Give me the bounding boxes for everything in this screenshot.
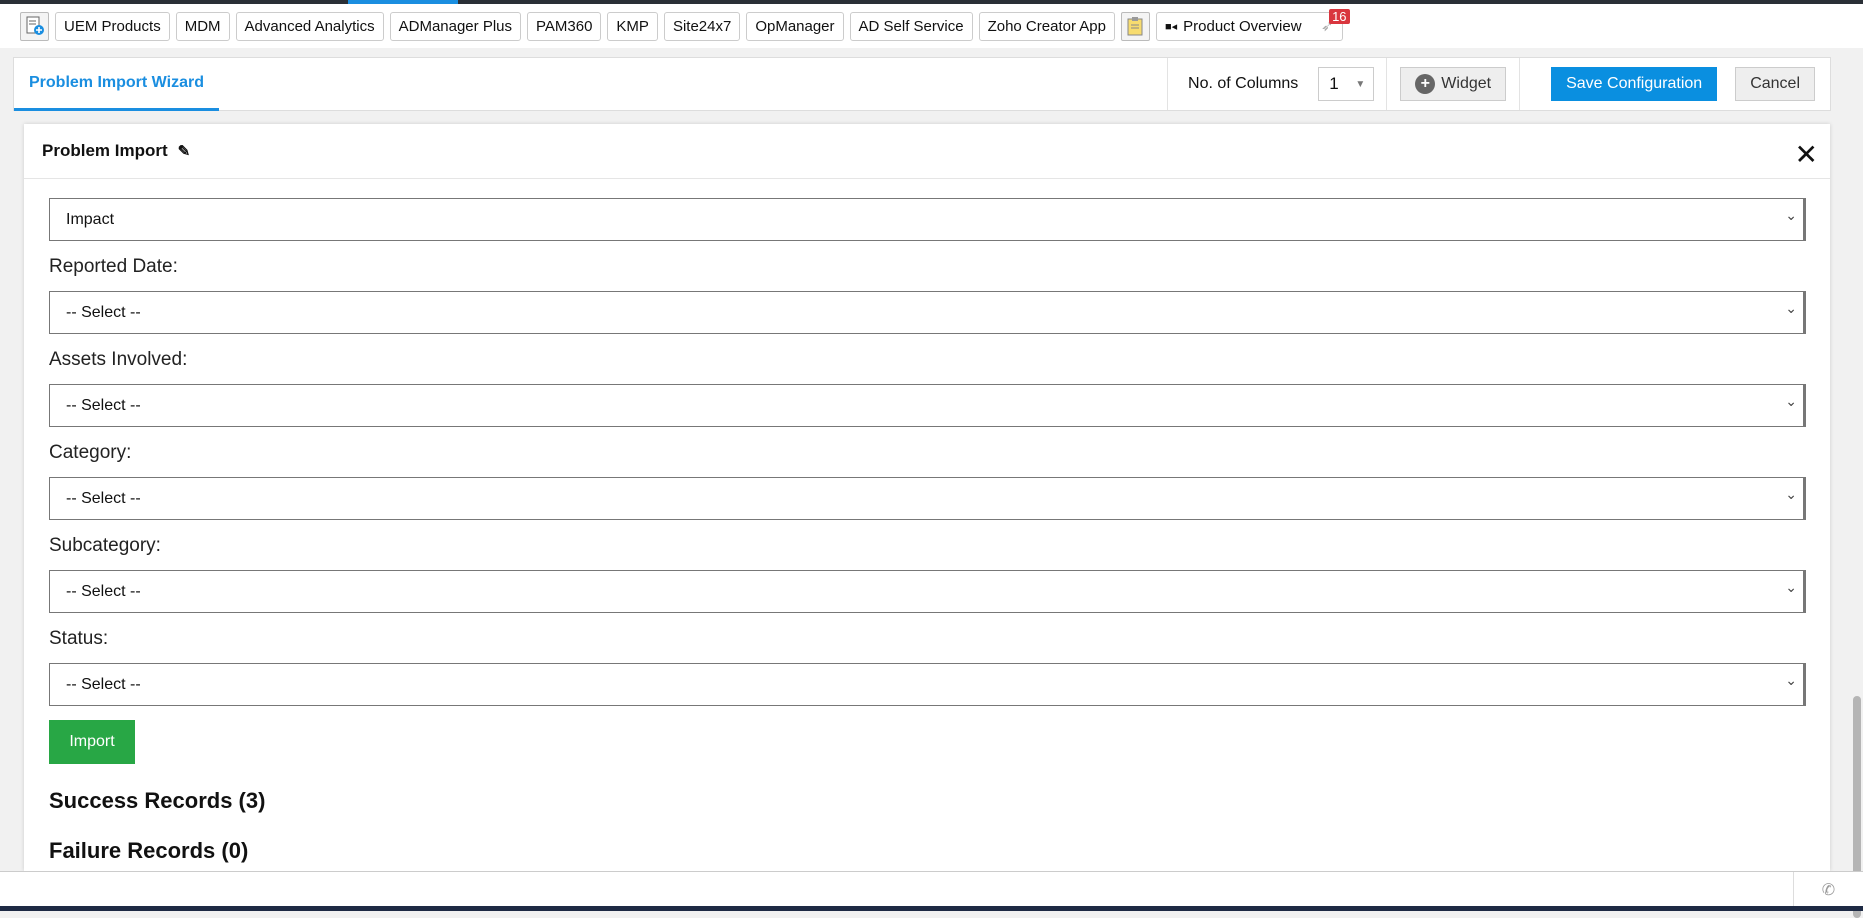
divider xyxy=(1386,58,1388,110)
reported-date-select[interactable]: -- Select -- xyxy=(49,291,1806,334)
assets-involved-label: Assets Involved: xyxy=(49,349,188,370)
import-button[interactable]: Import xyxy=(49,720,135,764)
plus-circle-icon: + xyxy=(1415,74,1436,94)
product-overview-label: Product Overview xyxy=(1183,17,1302,35)
columns-value: 1 xyxy=(1329,74,1339,93)
tab-problem-import-wizard[interactable]: Problem Import Wizard xyxy=(14,57,219,111)
toolbar-admanager-plus[interactable]: ADManager Plus xyxy=(389,11,521,41)
success-records-heading: Success Records (3) xyxy=(49,788,266,813)
assets-involved-select[interactable]: -- Select -- xyxy=(49,384,1806,427)
category-label: Category: xyxy=(49,442,132,463)
add-document-icon[interactable] xyxy=(20,11,49,41)
clipboard-icon[interactable] xyxy=(1120,11,1150,41)
divider xyxy=(1519,58,1521,110)
problem-import-dialog: Problem Import✎ ✕ Impact Reported Date: … xyxy=(24,124,1830,871)
toolbar-site24x7[interactable]: Site24x7 xyxy=(663,11,741,41)
toolbar-pam360[interactable]: PAM360 xyxy=(527,11,602,41)
toolbar-advanced-analytics[interactable]: Advanced Analytics xyxy=(235,11,384,41)
dialog-header: Problem Import ✎ xyxy=(24,124,1830,179)
product-toolbar: UEM Products MDM Advanced Analytics ADMa… xyxy=(0,4,1863,48)
close-icon[interactable]: ✕ xyxy=(1795,138,1818,171)
columns-select[interactable]: 1 ▼ xyxy=(1318,67,1375,101)
product-overview-button[interactable]: ■◂ Product Overview ➶ 16 xyxy=(1155,8,1350,41)
columns-label: No. of Columns xyxy=(1188,75,1299,92)
subcategory-label: Subcategory: xyxy=(49,535,161,556)
add-widget-button[interactable]: + Widget xyxy=(1400,67,1507,101)
widget-label: Widget xyxy=(1441,75,1492,92)
subcategory-select[interactable]: -- Select -- xyxy=(49,570,1806,613)
cancel-button[interactable]: Cancel xyxy=(1735,67,1815,101)
wizard-panel-header: Problem Import Wizard No. of Columns 1 ▼ … xyxy=(13,57,1831,111)
caret-down-icon: ▼ xyxy=(1355,78,1366,90)
toolbar-mdm[interactable]: MDM xyxy=(175,11,230,41)
failure-records-heading: Failure Records (0) xyxy=(49,838,249,863)
toolbar-opmanager[interactable]: OpManager xyxy=(746,11,844,41)
save-configuration-button[interactable]: Save Configuration xyxy=(1551,67,1718,101)
toolbar-uem-products[interactable]: UEM Products xyxy=(55,11,170,41)
toolbar-zoho-creator-app[interactable]: Zoho Creator App xyxy=(978,11,1115,41)
bottom-bar: ✆ xyxy=(0,871,1863,907)
dialog-title: Problem Import xyxy=(42,141,168,160)
toolbar-ad-self-service[interactable]: AD Self Service xyxy=(849,11,973,41)
impact-select[interactable]: Impact xyxy=(49,198,1806,241)
page-scrollbar[interactable] xyxy=(1851,48,1863,918)
taskbar-strip xyxy=(0,906,1863,911)
edit-icon[interactable]: ✎ xyxy=(178,142,191,160)
reported-date-label: Reported Date: xyxy=(49,256,178,277)
status-label: Status: xyxy=(49,628,109,649)
status-select[interactable]: -- Select -- xyxy=(49,663,1806,706)
phone-icon[interactable]: ✆ xyxy=(1793,872,1863,907)
video-icon: ■◂ xyxy=(1164,20,1178,33)
category-select[interactable]: -- Select -- xyxy=(49,477,1806,520)
toolbar-kmp[interactable]: KMP xyxy=(607,11,658,41)
divider xyxy=(1167,58,1169,110)
notification-badge: 16 xyxy=(1329,8,1350,24)
